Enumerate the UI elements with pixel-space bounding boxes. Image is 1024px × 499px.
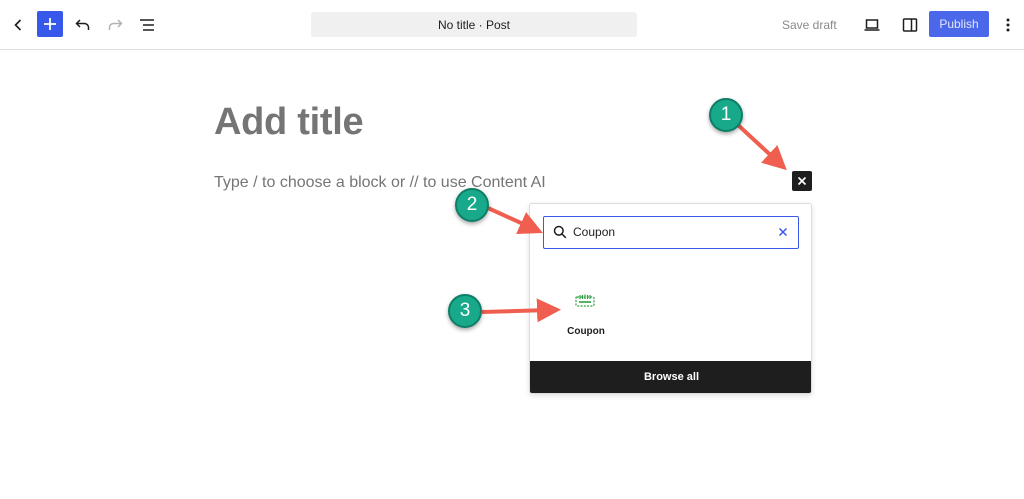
annotation-badge-2: 2 xyxy=(455,188,489,222)
close-icon xyxy=(797,176,807,186)
annotation-badge-1: 1 xyxy=(709,98,743,132)
browse-all-button[interactable]: Browse all xyxy=(530,361,811,393)
back-button[interactable] xyxy=(4,11,32,39)
publish-button[interactable]: Publish xyxy=(929,11,989,37)
chevron-left-icon xyxy=(14,19,22,31)
close-inserter-button[interactable] xyxy=(792,171,812,191)
block-inserter-toggle[interactable] xyxy=(37,11,63,37)
document-title-bar[interactable]: No title · Post xyxy=(311,12,637,37)
redo-icon xyxy=(108,19,123,30)
clear-icon[interactable] xyxy=(776,225,790,239)
undo-icon xyxy=(75,19,90,30)
document-overview-button[interactable] xyxy=(133,11,161,39)
settings-sidebar-button[interactable] xyxy=(896,11,924,39)
kebab-menu-icon xyxy=(1006,18,1010,32)
quick-inserter-popover: Coupon Browse all xyxy=(529,203,812,394)
block-search-input[interactable] xyxy=(573,217,763,247)
sidebar-icon xyxy=(902,18,918,32)
post-title-input[interactable]: Add title xyxy=(214,101,364,144)
annotation-arrow-2 xyxy=(487,206,543,234)
annotation-arrow-1 xyxy=(736,123,787,171)
preview-button[interactable] xyxy=(858,11,886,39)
editor-toolbar: No title · Post Save draft Publish xyxy=(0,0,1024,50)
list-view-icon xyxy=(140,19,154,31)
options-menu-button[interactable] xyxy=(994,11,1022,39)
block-result-coupon[interactable]: Coupon xyxy=(558,286,614,342)
default-block-appender[interactable]: Type / to choose a block or // to use Co… xyxy=(214,174,546,192)
save-draft-button[interactable]: Save draft xyxy=(782,12,837,37)
annotation-badge-3: 3 xyxy=(448,294,482,328)
undo-button[interactable] xyxy=(69,11,97,39)
coupon-block-icon xyxy=(575,294,595,307)
block-result-label: Coupon xyxy=(567,326,605,337)
annotation-arrows xyxy=(481,123,787,323)
block-editor: No title · Post Save draft Publish Add t… xyxy=(0,0,1024,499)
plus-icon xyxy=(44,18,56,30)
search-icon xyxy=(553,225,567,239)
laptop-icon xyxy=(864,19,880,31)
redo-button[interactable] xyxy=(101,11,129,39)
block-search-box xyxy=(543,216,799,249)
